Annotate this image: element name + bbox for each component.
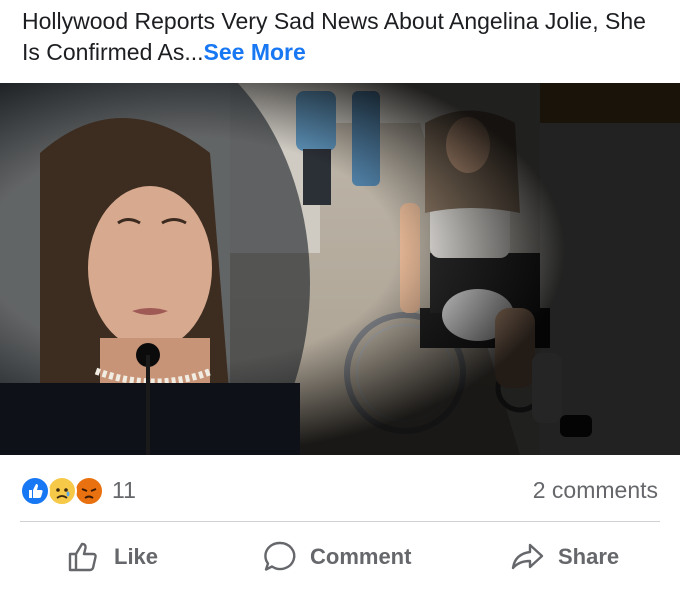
see-more-link[interactable]: See More <box>204 39 306 65</box>
divider <box>20 521 660 522</box>
thumbs-up-icon <box>68 542 97 572</box>
reaction-count[interactable]: 11 <box>112 477 136 504</box>
comment-bubble-icon <box>264 541 296 571</box>
like-button[interactable]: Like <box>66 532 158 582</box>
post-headline: Hollywood Reports Very Sad News About An… <box>22 8 646 65</box>
post-photo-illustration <box>0 83 680 455</box>
post-image[interactable] <box>0 83 680 455</box>
share-arrow-icon <box>511 543 544 570</box>
comment-label: Comment <box>310 544 412 569</box>
comments-count[interactable]: 2 comments <box>533 477 658 504</box>
reactions-bar: 11 2 comments <box>20 474 660 508</box>
sad-icon <box>47 476 77 506</box>
share-label: Share <box>558 544 620 569</box>
angry-icon <box>74 476 104 506</box>
post-actions: Like Comment Share <box>0 532 680 582</box>
reaction-icons[interactable] <box>20 476 110 506</box>
like-icon <box>20 476 50 506</box>
share-button[interactable]: Share <box>510 532 619 582</box>
comment-button[interactable]: Comment <box>262 532 411 582</box>
post-text: Hollywood Reports Very Sad News About An… <box>22 6 662 68</box>
like-label: Like <box>114 544 159 569</box>
